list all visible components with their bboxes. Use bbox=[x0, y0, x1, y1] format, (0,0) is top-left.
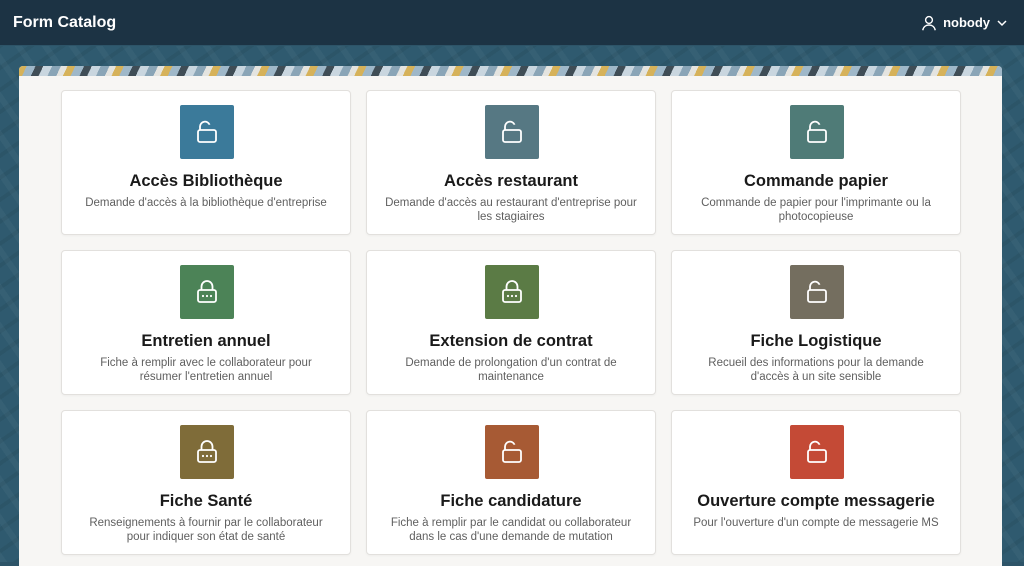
form-description: Demande de prolongation d'un contrat de … bbox=[405, 357, 617, 383]
form-description: Fiche à remplir par le candidat ou colla… bbox=[390, 517, 632, 543]
form-grid: Accès Bibliothèque Demande d'accès à la b… bbox=[61, 90, 961, 555]
user-icon bbox=[921, 15, 937, 31]
locked-icon bbox=[180, 265, 234, 319]
form-card[interactable]: Fiche Santé Renseignements à fournir par … bbox=[61, 410, 351, 555]
form-card[interactable]: Fiche candidature Fiche à remplir par le … bbox=[366, 410, 656, 555]
form-title: Accès restaurant bbox=[444, 172, 578, 190]
form-description: Demande d'accès à la bibliothèque d'entr… bbox=[85, 197, 327, 209]
unlocked-icon bbox=[180, 105, 234, 159]
form-description: Commande de papier pour l'imprimante ou … bbox=[701, 197, 931, 223]
catalog-panel: Accès Bibliothèque Demande d'accès à la b… bbox=[19, 66, 1002, 566]
chevron-down-icon bbox=[996, 17, 1008, 29]
form-card[interactable]: Commande papier Commande de papier pour l… bbox=[671, 90, 961, 235]
form-title: Extension de contrat bbox=[429, 332, 593, 350]
form-title: Fiche Logistique bbox=[750, 332, 882, 350]
user-menu[interactable]: nobody bbox=[921, 15, 1008, 31]
form-card[interactable]: Fiche Logistique Recueil des informations… bbox=[671, 250, 961, 395]
form-card[interactable]: Ouverture compte messagerie Pour l'ouvert… bbox=[671, 410, 961, 555]
form-description: Renseignements à fournir par le collabor… bbox=[89, 517, 323, 543]
form-description: Fiche à remplir avec le collaborateur po… bbox=[100, 357, 312, 383]
form-card[interactable]: Accès Bibliothèque Demande d'accès à la b… bbox=[61, 90, 351, 235]
form-title: Fiche Santé bbox=[159, 492, 253, 510]
locked-icon bbox=[485, 265, 539, 319]
unlocked-icon bbox=[485, 425, 539, 479]
form-title: Fiche candidature bbox=[440, 492, 582, 510]
form-card[interactable]: Extension de contrat Demande de prolongat… bbox=[366, 250, 656, 395]
form-card[interactable]: Accès restaurant Demande d'accès au resta… bbox=[366, 90, 656, 235]
form-description: Demande d'accès au restaurant d'entrepri… bbox=[385, 197, 637, 223]
unlocked-icon bbox=[485, 105, 539, 159]
form-card[interactable]: Entretien annuel Fiche à remplir avec le … bbox=[61, 250, 351, 395]
panel-banner bbox=[19, 66, 1002, 76]
app-title: Form Catalog bbox=[13, 13, 117, 31]
unlocked-icon bbox=[790, 265, 844, 319]
unlocked-icon bbox=[790, 425, 844, 479]
locked-icon bbox=[180, 425, 234, 479]
form-title: Ouverture compte messagerie bbox=[697, 492, 935, 510]
form-description: Recueil des informations pour la demande… bbox=[708, 357, 924, 383]
unlocked-icon bbox=[790, 105, 844, 159]
user-name: nobody bbox=[943, 15, 990, 30]
form-description: Pour l'ouverture d'un compte de messager… bbox=[693, 517, 939, 529]
form-title: Accès Bibliothèque bbox=[129, 172, 283, 190]
app-header: Form Catalog nobody bbox=[0, 0, 1024, 45]
form-title: Commande papier bbox=[744, 172, 888, 190]
form-title: Entretien annuel bbox=[141, 332, 271, 350]
